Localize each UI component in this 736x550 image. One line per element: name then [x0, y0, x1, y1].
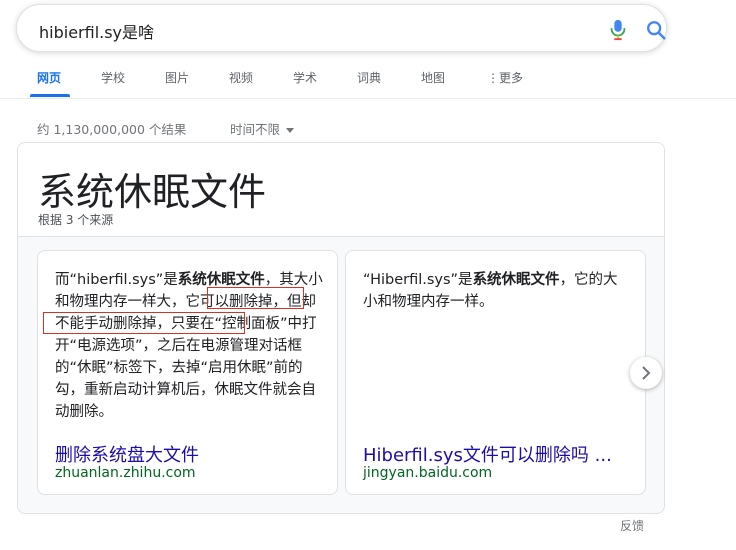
snippet-title: 系统休眠文件: [38, 170, 267, 214]
snippet-source-count: 根据 3 个来源: [38, 213, 114, 227]
source-card-link[interactable]: Hiberfil.sys文件可以删除吗 ...: [363, 441, 612, 467]
source-card[interactable]: “Hiberfil.sys”是系统休眠文件，它的大小和物理内存一样。 Hiber…: [345, 250, 646, 495]
more-vert-icon: ⋮: [487, 71, 499, 85]
tab-scholar[interactable]: 学术: [293, 69, 317, 86]
active-tab-indicator: [30, 94, 70, 97]
search-input[interactable]: hibierfil.sy是啥: [39, 19, 154, 43]
microphone-icon[interactable]: [609, 19, 627, 41]
search-bar[interactable]: hibierfil.sy是啥: [16, 4, 667, 52]
caret-down-icon: [286, 128, 295, 133]
time-filter-dropdown[interactable]: 时间不限: [230, 119, 295, 138]
source-card-text: “Hiberfil.sys”是系统休眠文件，它的大小和物理内存一样。: [363, 272, 618, 310]
tab-schools[interactable]: 学校: [101, 69, 125, 86]
source-card-link[interactable]: 删除系统盘大文件: [55, 441, 199, 467]
tab-web[interactable]: 网页: [37, 69, 61, 86]
source-card-cite: jingyan.baidu.com: [363, 465, 493, 481]
carousel-next-button[interactable]: [630, 357, 662, 389]
tabs-divider: [0, 98, 736, 99]
chevron-right-icon: [642, 366, 651, 380]
source-card-cite: zhuanlan.zhihu.com: [55, 465, 196, 481]
tab-dictionary[interactable]: 词典: [357, 69, 381, 86]
feedback-link[interactable]: 反馈: [620, 517, 644, 534]
tab-more[interactable]: ⋮更多: [487, 69, 523, 86]
result-stats: 约 1,130,000,000 个结果: [37, 122, 187, 137]
tab-videos[interactable]: 视频: [229, 69, 253, 86]
source-card[interactable]: 而“hiberfil.sys”是系统休眠文件，其大小和物理内存一样大，它可以删除…: [37, 250, 338, 495]
tab-images[interactable]: 图片: [165, 69, 189, 86]
snippet-header: 系统休眠文件 根据 3 个来源: [18, 143, 664, 237]
search-tabs: 网页 学校 图片 视频 学术 词典 地图 ⋮更多: [0, 62, 736, 98]
search-icon[interactable]: [645, 19, 667, 41]
tab-maps[interactable]: 地图: [421, 69, 445, 86]
source-card-text: 而“hiberfil.sys”是系统休眠文件，其大小和物理内存一样大，它可以删除…: [55, 272, 323, 420]
